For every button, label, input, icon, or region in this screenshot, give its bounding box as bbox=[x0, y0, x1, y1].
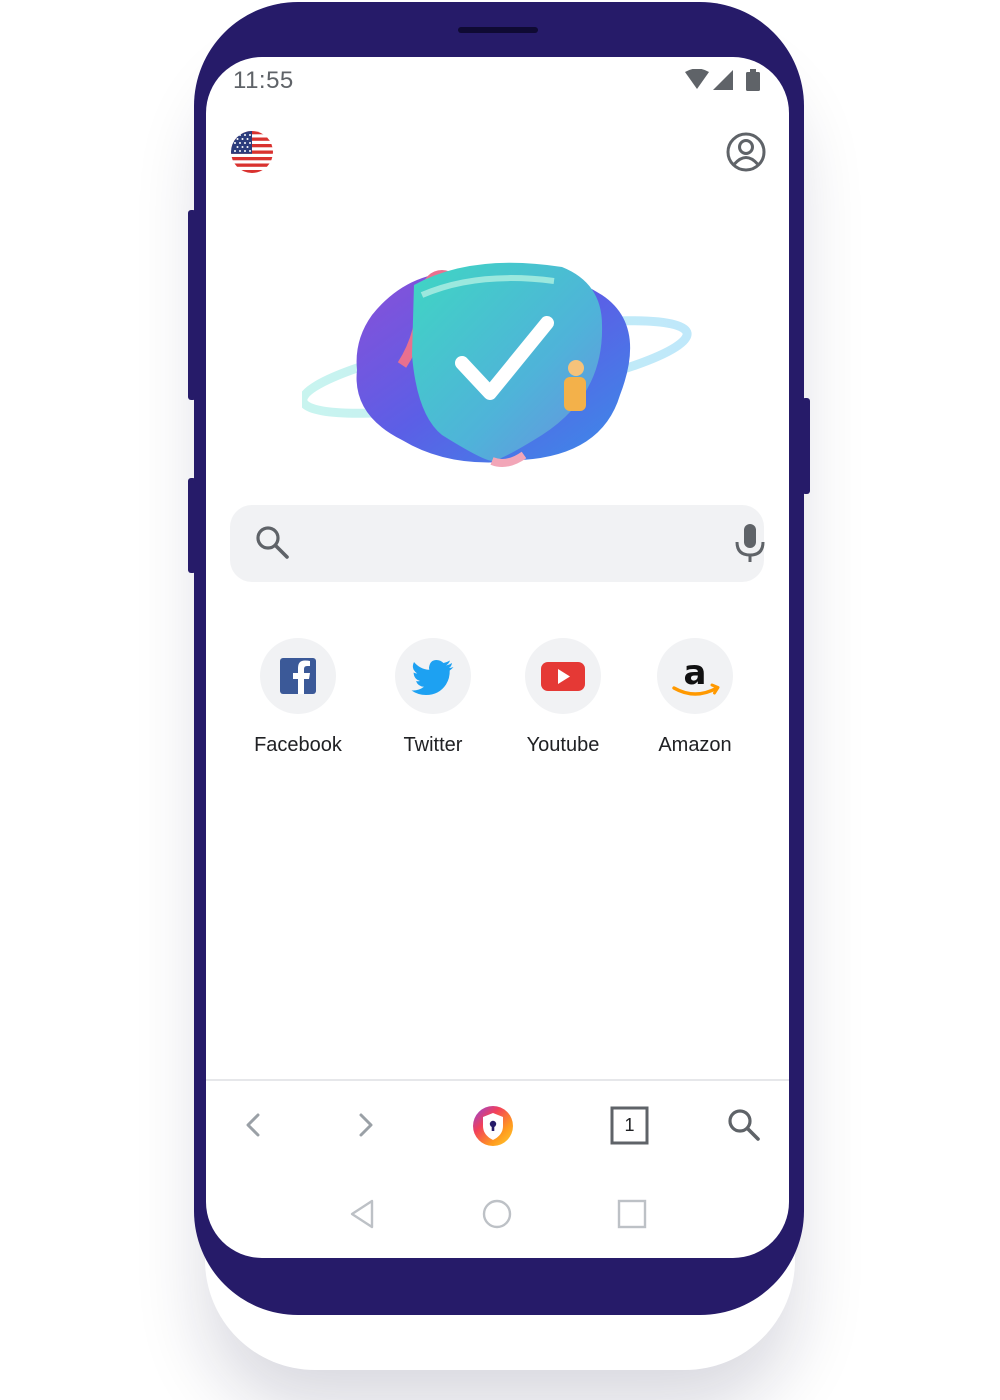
shortcut-facebook[interactable]: Facebook bbox=[233, 638, 363, 768]
shortcut-amazon[interactable]: a Amazon bbox=[630, 638, 760, 768]
shortcut-label: Youtube bbox=[526, 734, 600, 756]
tab-count: 1 bbox=[624, 1115, 635, 1135]
twitter-icon bbox=[395, 638, 471, 714]
power-button bbox=[802, 398, 810, 494]
volume-up-button bbox=[188, 210, 196, 400]
svg-text:a: a bbox=[684, 653, 707, 693]
volume-down-button bbox=[188, 478, 196, 573]
microphone-icon[interactable] bbox=[732, 522, 768, 564]
wifi-icon bbox=[685, 68, 709, 89]
search-bar[interactable] bbox=[230, 505, 765, 582]
phone-screen: 11:55 Facebook Twitter Youtube a Amazon … bbox=[206, 57, 789, 1258]
account-circle-icon[interactable] bbox=[725, 131, 767, 173]
shortcut-label: Twitter bbox=[403, 734, 463, 756]
search-input[interactable] bbox=[310, 523, 694, 565]
shortcut-youtube[interactable]: Youtube bbox=[498, 638, 628, 768]
youtube-icon bbox=[525, 638, 601, 714]
shortcut-label: Facebook bbox=[254, 734, 342, 756]
us-flag-icon[interactable] bbox=[231, 131, 273, 173]
toolbar-divider bbox=[206, 1079, 789, 1081]
forward-arrow-icon[interactable] bbox=[352, 1107, 380, 1143]
shortcut-twitter[interactable]: Twitter bbox=[368, 638, 498, 768]
signal-icon bbox=[713, 70, 733, 90]
battery-icon bbox=[746, 69, 760, 91]
home-circle-icon[interactable] bbox=[480, 1197, 514, 1231]
back-arrow-icon[interactable] bbox=[239, 1107, 267, 1143]
browser-logo-icon[interactable] bbox=[471, 1104, 515, 1148]
shortcut-label: Amazon bbox=[658, 734, 732, 756]
search-icon[interactable] bbox=[725, 1106, 763, 1144]
status-time: 11:55 bbox=[233, 67, 294, 94]
shield-check-illustration bbox=[298, 255, 694, 473]
search-icon bbox=[256, 526, 289, 559]
facebook-icon bbox=[260, 638, 336, 714]
recents-square-icon[interactable] bbox=[615, 1197, 649, 1231]
amazon-icon: a bbox=[657, 638, 733, 714]
status-icons bbox=[685, 68, 765, 93]
tabs-icon[interactable]: 1 bbox=[610, 1106, 650, 1146]
back-triangle-icon[interactable] bbox=[346, 1197, 378, 1231]
speaker-grille bbox=[458, 27, 538, 33]
